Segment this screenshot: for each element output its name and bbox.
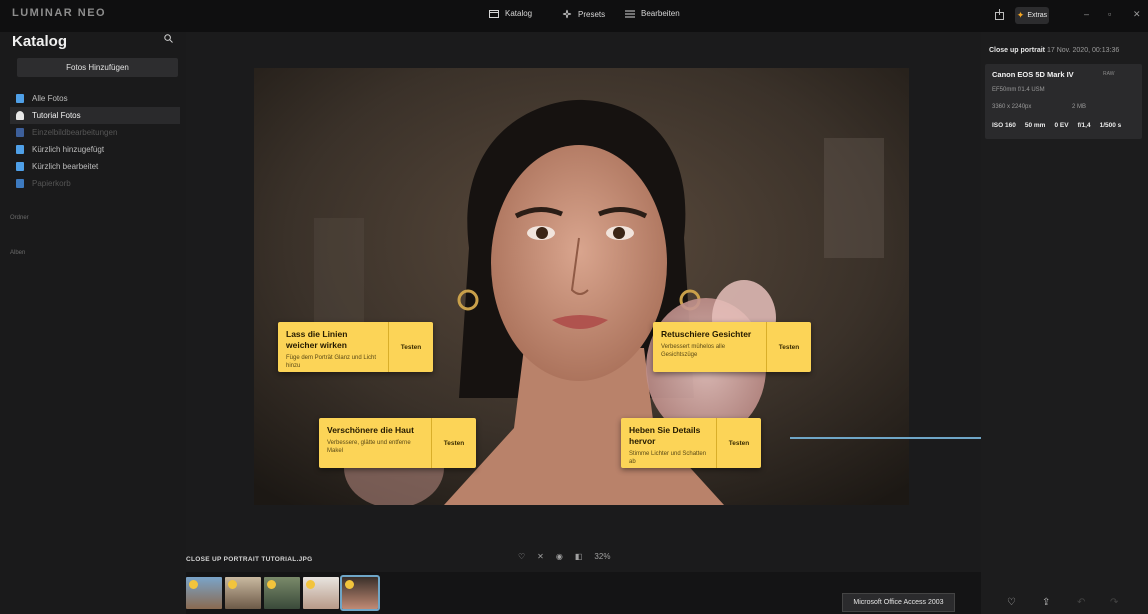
callout-subtitle: Verbessert mühelos alle Gesichtszüge: [661, 344, 726, 358]
view-toolbar: ♡ ✕ ◉ ◧ 32%: [518, 552, 610, 561]
filmstrip: [186, 575, 380, 611]
tab-katalog[interactable]: Katalog: [489, 9, 532, 18]
sliders-icon: [625, 10, 635, 17]
add-photos-button[interactable]: Fotos Hinzufügen: [17, 58, 178, 77]
sidebar-item-papierkorb[interactable]: Papierkorb: [10, 175, 180, 192]
sidebar-item-kuerzlich-hinzugefuegt[interactable]: Kürzlich hinzugefügt: [10, 141, 180, 158]
camera-model: Canon EOS 5D Mark IV: [992, 70, 1074, 79]
tab-bearbeiten-label: Bearbeiten: [641, 9, 680, 18]
callout-title: Lass die Linien weicher wirken: [286, 329, 348, 350]
compare-icon[interactable]: ◧: [575, 552, 583, 561]
tutorial-badge-icon: [189, 580, 198, 589]
thumbnail[interactable]: [303, 577, 339, 609]
sparkle-icon: [562, 9, 572, 19]
sidebar-item-tutorial-fotos[interactable]: Tutorial Fotos: [10, 107, 180, 124]
close-button[interactable]: ✕: [1133, 9, 1141, 20]
shutter-speed: 1/500 s: [1099, 122, 1122, 129]
callout-subtitle: Verbessere, glätte und entferne Makel: [327, 440, 411, 454]
image-title: Close up portrait: [989, 47, 1046, 54]
callout-beautify-skin: Verschönere die Haut Verbessere, glätte …: [319, 418, 476, 468]
lens-info: EF50mm f/1.4 USM: [992, 87, 1045, 93]
aperture: f/1,4: [1077, 122, 1091, 129]
try-button[interactable]: Testen: [716, 418, 761, 468]
tutorial-badge-icon: [228, 580, 237, 589]
callout-title: Retuschiere Gesichter: [661, 329, 752, 339]
undo-icon[interactable]: ↶: [1077, 597, 1085, 608]
extras-label: Extras: [1027, 12, 1048, 19]
folder-icon: [489, 9, 499, 18]
minimize-button[interactable]: –: [1084, 9, 1089, 19]
graduation-cap-icon: [16, 111, 24, 120]
extras-button[interactable]: ✦ Extras: [1015, 7, 1049, 24]
section-albums[interactable]: Alben: [10, 250, 25, 256]
callout-title: Heben Sie Details hervor: [629, 425, 701, 446]
sidebar-item-label: Alle Fotos: [32, 94, 68, 103]
tab-bearbeiten[interactable]: Bearbeiten: [625, 9, 680, 18]
tooltip: Microsoft Office Access 2003: [842, 593, 955, 612]
extras-icon: ✦: [1016, 10, 1025, 20]
callout-title: Verschönere die Haut: [327, 425, 414, 435]
photos-icon: [16, 94, 24, 103]
image-date: 17 Nov. 2020, 00:13:36: [1046, 47, 1120, 54]
sidebar-item-label: Kürzlich bearbeitet: [32, 162, 99, 171]
sidebar-list: Alle Fotos Tutorial Fotos Einzelbildbear…: [10, 90, 180, 192]
thumbnail-selected[interactable]: [340, 575, 380, 611]
thumbnail[interactable]: [225, 577, 261, 609]
exposure-value: 0 EV: [1054, 122, 1069, 129]
thumbnail[interactable]: [186, 577, 222, 609]
restore-button[interactable]: ▫: [1108, 9, 1111, 19]
favorite-icon[interactable]: ♡: [1007, 597, 1016, 608]
tab-katalog-label: Katalog: [505, 9, 533, 18]
callout-retouch-faces: Retuschiere Gesichter Verbessert mühelos…: [653, 322, 811, 372]
sidebar-item-alle-fotos[interactable]: Alle Fotos: [10, 90, 180, 107]
callout-soften-lines: Lass die Linien weicher wirken Füge dem …: [278, 322, 433, 372]
file-size: 2 MB: [1072, 104, 1087, 110]
thumbnail[interactable]: [264, 577, 300, 609]
tutorial-badge-icon: [345, 580, 354, 589]
share-icon[interactable]: [995, 9, 1004, 20]
info-title: Close up portrait 17 Nov. 2020, 00:13:36: [989, 47, 1119, 54]
recently-edited-icon: [16, 162, 24, 171]
focal-length: 50 mm: [1024, 122, 1046, 129]
tab-presets[interactable]: Presets: [562, 9, 605, 19]
sidebar-title: Katalog: [12, 33, 68, 50]
image-dimensions: 3360 x 2240px: [992, 104, 1032, 110]
sidebar-item-einzelbildbearbeitungen[interactable]: Einzelbildbearbeitungen: [10, 124, 180, 141]
eye-icon[interactable]: ◉: [556, 552, 563, 561]
raw-label: RAW: [1103, 71, 1115, 77]
sidebar-item-label: Papierkorb: [32, 179, 71, 188]
try-button[interactable]: Testen: [431, 418, 476, 468]
sidebar-item-label: Tutorial Fotos: [32, 111, 81, 120]
file-name: CLOSE UP PORTRAIT TUTORIAL.JPG: [186, 556, 313, 563]
exif-row: ISO 160 50 mm 0 EV f/1,4 1/500 s: [992, 122, 1121, 129]
try-button[interactable]: Testen: [766, 322, 811, 372]
heart-icon[interactable]: ♡: [518, 552, 525, 561]
callout-highlight-details: Heben Sie Details hervor Stimme Lichter …: [621, 418, 761, 468]
export-icon[interactable]: ⇪: [1042, 597, 1050, 608]
tutorial-badge-icon: [267, 580, 276, 589]
app-logo: LUMINAR NEO: [12, 7, 107, 19]
reject-icon[interactable]: ✕: [537, 552, 544, 561]
trash-icon: [16, 179, 24, 188]
section-folders[interactable]: Ordner: [10, 215, 29, 221]
search-icon[interactable]: [164, 34, 173, 43]
iso-value: ISO 160: [992, 122, 1016, 129]
single-edits-icon: [16, 128, 24, 137]
sidebar-item-kuerzlich-bearbeitet[interactable]: Kürzlich bearbeitet: [10, 158, 180, 175]
sidebar-item-label: Kürzlich hinzugefügt: [32, 145, 105, 154]
redo-icon[interactable]: ↷: [1110, 597, 1118, 608]
callout-subtitle: Stimme Lichter und Schatten ab: [629, 451, 707, 465]
tab-presets-label: Presets: [578, 9, 606, 19]
sidebar-item-label: Einzelbildbearbeitungen: [32, 128, 118, 137]
try-button[interactable]: Testen: [388, 322, 433, 372]
tutorial-badge-icon: [306, 580, 315, 589]
callout-subtitle: Füge dem Porträt Glanz und Licht hinzu: [286, 355, 377, 369]
zoom-level[interactable]: 32%: [594, 552, 610, 561]
recently-added-icon: [16, 145, 24, 154]
